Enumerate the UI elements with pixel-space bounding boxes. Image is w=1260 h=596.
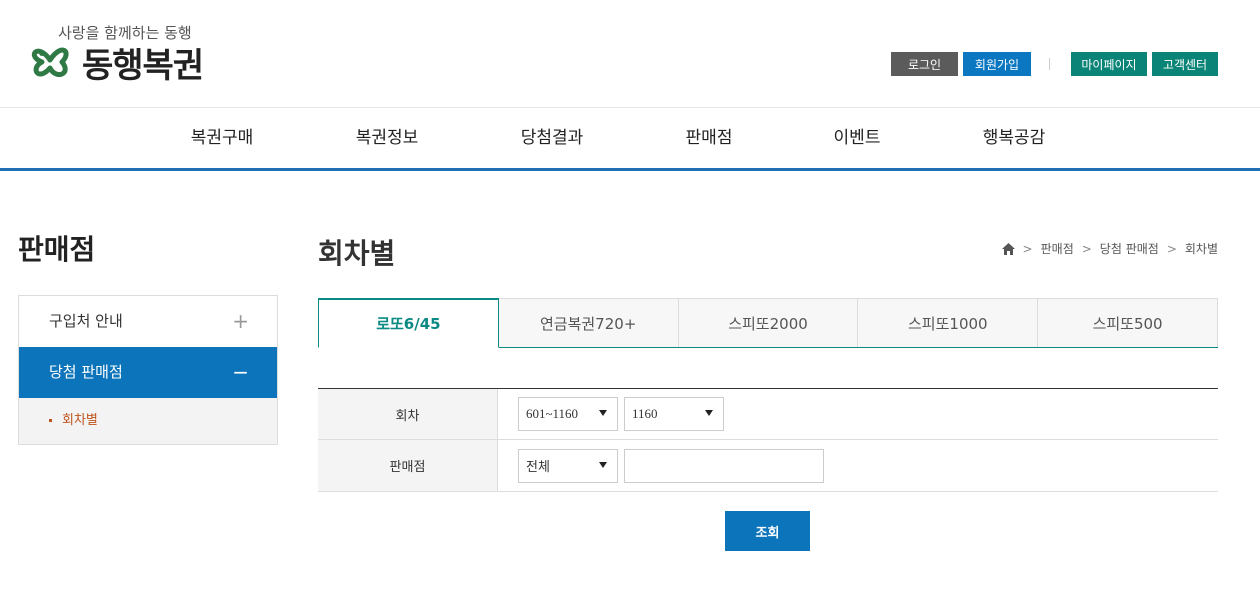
tab-speetto2000[interactable]: 스피또2000 (678, 298, 859, 347)
sidebar-item-label: 구입처 안내 (49, 312, 123, 330)
sidebar-subitem-label: 회차별 (62, 413, 98, 428)
logo-clover-icon (31, 47, 69, 77)
site-header: 사랑을 함께하는 동행 동행복권 로그인 회원가입 마이페이지 고객센터 (0, 0, 1260, 108)
round-range-value: 601~1160 (526, 406, 579, 421)
main-nav: 복권구매 복권정보 당첨결과 판매점 이벤트 행복공감 (0, 108, 1260, 171)
store-field: 전체 (498, 440, 1218, 491)
region-select[interactable]: 전체 (518, 448, 618, 483)
chevron-right-icon: > (1081, 241, 1092, 256)
tab-speetto500[interactable]: 스피또500 (1038, 298, 1218, 347)
round-label: 회차 (318, 389, 498, 439)
round-field: 601~1160 1160 (498, 389, 1218, 439)
breadcrumb-item[interactable]: 당첨 판매점 (1100, 240, 1159, 257)
round-range-select[interactable]: 601~1160 (518, 397, 618, 431)
minus-icon: − (232, 360, 249, 384)
round-select[interactable]: 1160 (624, 397, 724, 431)
logo-name: 동행복권 (82, 46, 204, 86)
login-button[interactable]: 로그인 (891, 52, 958, 76)
lottery-tabs: 로또6/45 연금복권720+ 스피또2000 스피또1000 스피또500 (318, 298, 1218, 348)
sidebar: 구입처 안내 + 당첨 판매점 − 회차별 (18, 295, 278, 445)
nav-item-purchase[interactable]: 복권구매 (191, 108, 254, 168)
breadcrumb: > 판매점 > 당첨 판매점 > 회차별 (1001, 240, 1218, 257)
chevron-right-icon: > (1166, 241, 1177, 256)
breadcrumb-item[interactable]: 판매점 (1041, 240, 1074, 257)
tab-speetto1000[interactable]: 스피또1000 (858, 298, 1039, 347)
chevron-down-icon (599, 461, 607, 468)
customer-center-button[interactable]: 고객센터 (1152, 52, 1218, 76)
form-row-store: 판매점 전체 (318, 440, 1218, 491)
logo[interactable]: 사랑을 함께하는 동행 동행복권 (28, 20, 218, 90)
join-button[interactable]: 회원가입 (963, 52, 1031, 76)
home-icon[interactable] (1001, 242, 1015, 255)
search-form: 회차 601~1160 1160 판매점 전체 (318, 388, 1218, 492)
chevron-down-icon (599, 410, 607, 416)
sidebar-item-store-guide[interactable]: 구입처 안내 + (19, 296, 277, 347)
round-value: 1160 (632, 406, 658, 421)
nav-item-stores[interactable]: 판매점 (686, 108, 733, 168)
search-button[interactable]: 조회 (725, 511, 810, 551)
nav-item-events[interactable]: 이벤트 (834, 108, 881, 168)
breadcrumb-item: 회차별 (1184, 242, 1218, 256)
form-row-round: 회차 601~1160 1160 (318, 389, 1218, 440)
region-value: 전체 (526, 460, 550, 475)
nav-item-results[interactable]: 당첨결과 (521, 108, 584, 168)
sidebar-item-winning-stores[interactable]: 당첨 판매점 − (19, 347, 277, 398)
tab-lotto645[interactable]: 로또6/45 (318, 298, 499, 348)
plus-icon: + (232, 309, 249, 333)
store-keyword-input[interactable] (624, 448, 824, 483)
chevron-right-icon: > (1022, 241, 1033, 256)
chevron-down-icon (705, 410, 713, 416)
nav-item-happiness[interactable]: 행복공감 (983, 108, 1046, 168)
nav-item-info[interactable]: 복권정보 (356, 108, 419, 168)
tab-pension720[interactable]: 연금복권720+ (498, 298, 679, 347)
sidebar-item-label: 당첨 판매점 (49, 363, 123, 381)
util-divider (1049, 58, 1050, 70)
sidebar-title: 판매점 (18, 233, 96, 266)
store-label: 판매점 (318, 440, 498, 491)
bullet-icon (49, 419, 52, 422)
mypage-button[interactable]: 마이페이지 (1071, 52, 1147, 76)
page-title: 회차별 (318, 237, 396, 270)
sidebar-subitem-by-round[interactable]: 회차별 (19, 398, 277, 444)
